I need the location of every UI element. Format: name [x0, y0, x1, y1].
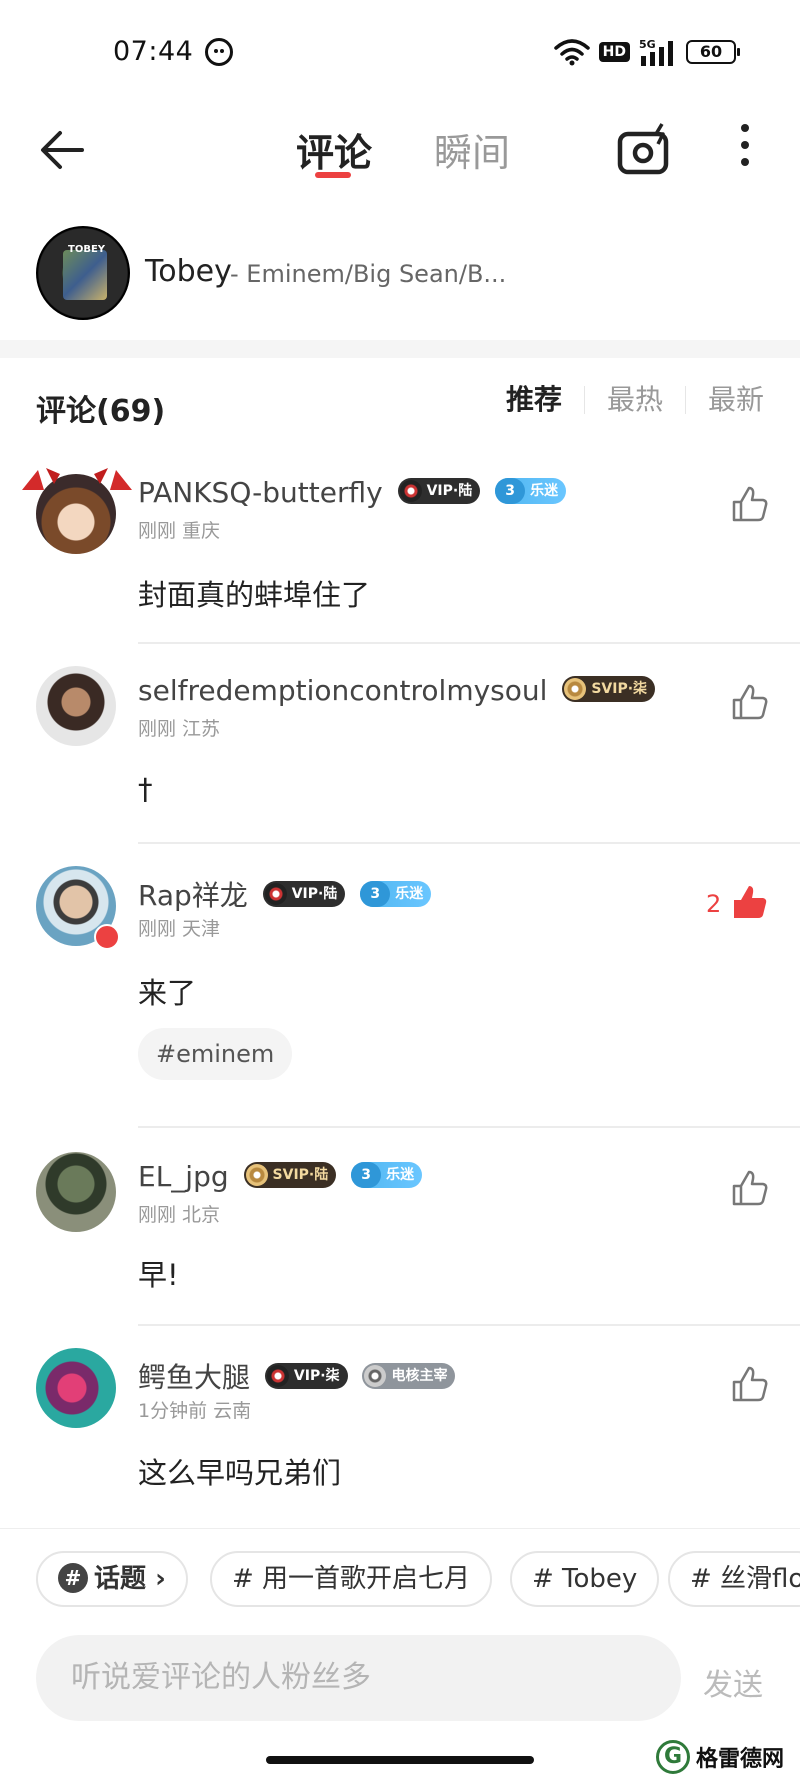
avatar[interactable] — [36, 666, 116, 746]
wifi-icon — [553, 39, 590, 66]
fan-badge: 3 乐迷 — [351, 1162, 423, 1188]
thumbs-up-icon[interactable] — [730, 682, 770, 722]
camera-icon[interactable] — [616, 122, 672, 178]
comment-item: PANKSQ-butterfly VIP·陆 3 乐迷 刚刚 重庆 封面真的蚌埠住… — [0, 460, 800, 644]
row-divider — [138, 842, 800, 844]
row-divider — [138, 1324, 800, 1326]
topic-bar: # 话题 › # 用一首歌开启七月 # Tobey # 丝滑flo — [0, 1528, 800, 1628]
comment-text: 来了 — [138, 976, 197, 1010]
comment-text: 早! — [138, 1258, 179, 1292]
signal-icon: 5G — [639, 38, 673, 66]
comment-meta: 刚刚 江苏 — [138, 718, 221, 740]
song-artist: - Eminem/Big Sean/B... — [230, 260, 507, 288]
devil-horns-frame-icon — [22, 468, 132, 490]
song-header[interactable]: TOBEY Tobey - Eminem/Big Sean/B... — [0, 220, 800, 340]
sort-tabs: 推荐 最热 最新 — [484, 386, 764, 414]
active-tab-indicator — [315, 172, 351, 178]
svip-badge: SVIP·陆 — [243, 1162, 337, 1188]
avatar[interactable] — [36, 1152, 116, 1232]
thumbs-up-icon[interactable] — [730, 484, 770, 524]
vip-badge: VIP·陆 — [397, 478, 481, 504]
comment-username[interactable]: 鳄鱼大腿 VIP·柒 电核主宰 — [138, 1356, 456, 1396]
section-divider — [0, 340, 800, 358]
status-time: 07:44 — [113, 36, 194, 67]
row-divider — [138, 642, 800, 644]
like-count: 2 — [706, 890, 722, 918]
nav-bar: 评论 瞬间 — [0, 100, 800, 210]
comment-username[interactable]: Rap祥龙 VIP·陆 3 乐迷 — [138, 874, 432, 914]
thumbs-up-icon[interactable] — [730, 1364, 770, 1404]
comment-text: 封面真的蚌埠住了 — [138, 578, 371, 612]
fan-badge: 3 乐迷 — [360, 881, 432, 907]
sort-latest[interactable]: 最新 — [684, 386, 764, 414]
album-cover: TOBEY — [36, 226, 130, 320]
comment-meta: 1分钟前 云南 — [138, 1400, 252, 1422]
comment-item: EL_jpg SVIP·陆 3 乐迷 刚刚 北京 早! — [0, 1148, 800, 1328]
row-divider — [138, 1126, 800, 1128]
album-cover-label: TOBEY — [68, 244, 106, 255]
comment-input[interactable]: 听说爱评论的人粉丝多 — [36, 1635, 681, 1721]
face-icon — [205, 38, 233, 66]
topic-button[interactable]: # 话题 › — [36, 1551, 188, 1607]
vip-badge: VIP·柒 — [264, 1363, 348, 1389]
status-indicators: HD 5G 60 — [553, 38, 740, 66]
comment-meta: 刚刚 天津 — [138, 918, 221, 940]
comment-item: selfredemptioncontrolmysoul SVIP·柒 刚刚 江苏… — [0, 660, 800, 844]
watermark: G 格雷德网 — [650, 1736, 800, 1778]
comment-meta: 刚刚 北京 — [138, 1204, 221, 1226]
topic-chip[interactable]: # 丝滑flo — [668, 1551, 800, 1607]
topic-chip[interactable]: # 用一首歌开启七月 — [210, 1551, 493, 1607]
battery-icon: 60 — [686, 40, 740, 64]
fan-badge: 3 乐迷 — [495, 478, 567, 504]
tab-comments[interactable]: 评论 — [296, 122, 372, 177]
song-title: Tobey — [145, 254, 232, 289]
sort-hot[interactable]: 最热 — [583, 386, 685, 414]
back-arrow-icon[interactable] — [34, 122, 90, 178]
avatar[interactable] — [36, 1348, 116, 1428]
comment-username[interactable]: EL_jpg SVIP·陆 3 乐迷 — [138, 1160, 423, 1193]
tab-moments[interactable]: 瞬间 — [434, 122, 510, 177]
home-indicator[interactable] — [266, 1756, 534, 1764]
watermark-text: 格雷德网 — [696, 1747, 785, 1772]
hashtag-bubble-icon: # — [58, 1562, 88, 1593]
thumbs-up-filled-icon[interactable] — [730, 882, 770, 922]
thumbs-up-icon[interactable] — [730, 1168, 770, 1208]
svip-badge: SVIP·柒 — [562, 676, 656, 702]
comment-item: 鳄鱼大腿 VIP·柒 电核主宰 1分钟前 云南 这么早吗兄弟们 — [0, 1346, 800, 1526]
sort-recommend[interactable]: 推荐 — [484, 386, 584, 414]
comment-text: † — [138, 772, 153, 806]
comment-text: 这么早吗兄弟们 — [138, 1456, 342, 1490]
svg-text:5G: 5G — [639, 38, 656, 51]
live-badge-icon — [94, 924, 120, 950]
hd-badge: HD — [598, 42, 630, 62]
comment-username[interactable]: PANKSQ-butterfly VIP·陆 3 乐迷 — [138, 476, 567, 509]
comments-header: 评论(69) 推荐 最热 最新 — [0, 368, 800, 438]
comment-meta: 刚刚 重庆 — [138, 520, 221, 542]
comments-count: 评论(69) — [36, 394, 166, 429]
comment-item: Rap祥龙 VIP·陆 3 乐迷 刚刚 天津 2 来了 #eminem — [0, 860, 800, 1130]
watermark-logo: G — [656, 1740, 690, 1774]
vip-badge: VIP·陆 — [262, 881, 346, 907]
core-master-badge: 电核主宰 — [362, 1363, 456, 1389]
status-bar: 07:44 HD 5G 60 — [0, 0, 800, 100]
comment-username[interactable]: selfredemptioncontrolmysoul SVIP·柒 — [138, 674, 656, 707]
topic-chip[interactable]: # Tobey — [510, 1551, 660, 1607]
album-cover-art — [63, 250, 107, 300]
hashtag-chip[interactable]: #eminem — [138, 1028, 293, 1080]
more-options-icon[interactable] — [730, 118, 760, 178]
send-button[interactable]: 发送 — [703, 1660, 763, 1704]
